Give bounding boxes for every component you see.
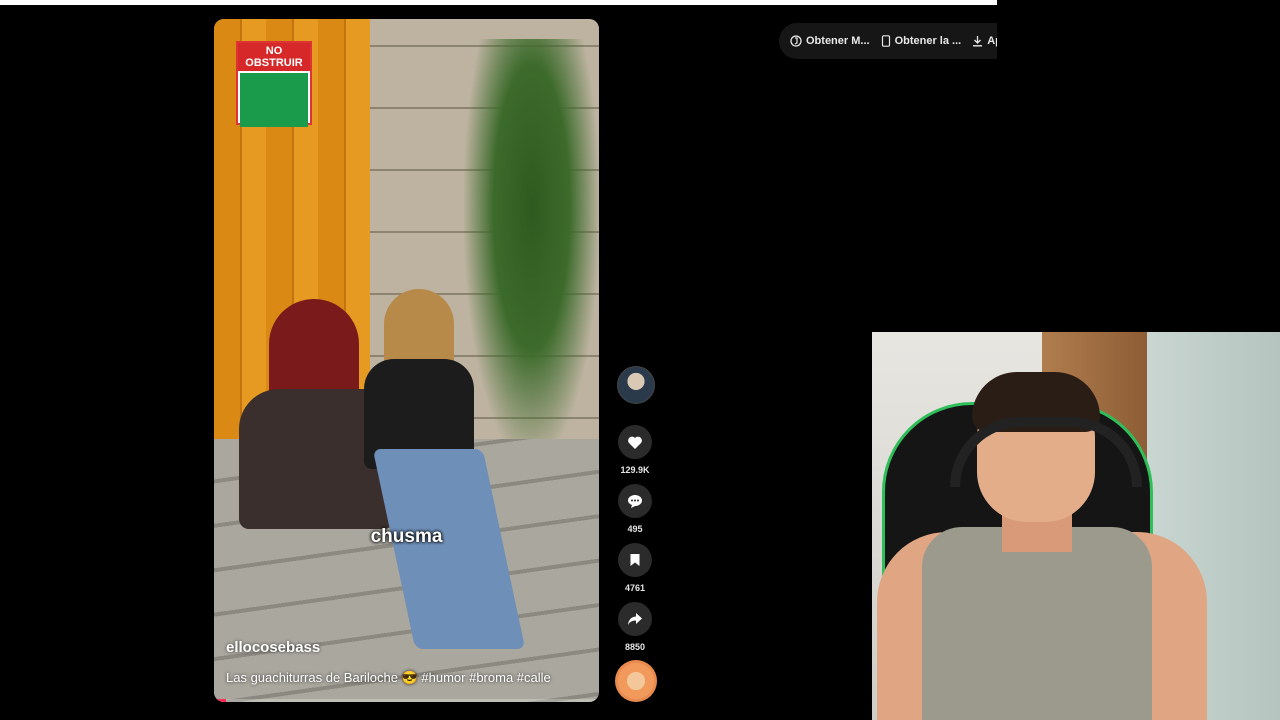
comment-icon: [628, 494, 642, 508]
comment-action[interactable]: 495: [615, 484, 655, 534]
video-username[interactable]: ellocosebass: [226, 639, 320, 656]
save-action[interactable]: 4761: [615, 543, 655, 593]
download-icon: [973, 36, 983, 47]
sign-exit-panel: [240, 73, 308, 127]
get-app-label: Obtener la ...: [894, 35, 962, 47]
tiktok-coin-icon: [790, 35, 802, 47]
creator-avatar[interactable]: [617, 366, 655, 404]
sign-text: NO OBSTRUIR: [238, 43, 310, 71]
music-disc-icon[interactable]: [615, 660, 657, 702]
video-progress-bar[interactable]: [214, 699, 599, 702]
bookmark-icon: [630, 554, 640, 566]
download-app-button[interactable]: Ap: [972, 35, 997, 47]
video-subtitle: chusma: [370, 526, 443, 547]
video-description: Las guachiturras de Bariloche 😎 #humor #…: [226, 670, 551, 685]
download-app-label: Ap: [987, 35, 997, 47]
get-coins-button[interactable]: Obtener M...: [790, 35, 870, 47]
video-progress-fill: [214, 699, 226, 702]
like-button[interactable]: [618, 425, 652, 459]
emergency-exit-sign: NO OBSTRUIR: [236, 41, 312, 127]
share-action[interactable]: 8850: [615, 602, 655, 652]
video-person-right: [364, 289, 526, 669]
like-count: 129.9K: [620, 465, 650, 475]
tiktok-top-toolbar: Obtener M... Obtener la ... Ap: [779, 23, 997, 59]
phone-icon: [881, 35, 890, 47]
share-arrow-icon: [628, 613, 642, 625]
get-coins-label: Obtener M...: [806, 35, 870, 47]
heart-icon: [628, 436, 642, 449]
webcam-overlay: [872, 332, 1280, 720]
comment-count: 495: [627, 524, 643, 534]
share-button[interactable]: [618, 602, 652, 636]
streamer-tank-top: [922, 527, 1152, 720]
comment-button[interactable]: [618, 484, 652, 518]
share-count: 8850: [624, 642, 646, 652]
save-button[interactable]: [618, 543, 652, 577]
video-player[interactable]: NO OBSTRUIR chusma ellocosebass Las guac…: [214, 19, 599, 702]
browser-top-strip: [0, 0, 997, 5]
like-action[interactable]: 129.9K: [615, 425, 655, 475]
save-count: 4761: [624, 583, 646, 593]
get-app-button[interactable]: Obtener la ...: [881, 35, 962, 47]
